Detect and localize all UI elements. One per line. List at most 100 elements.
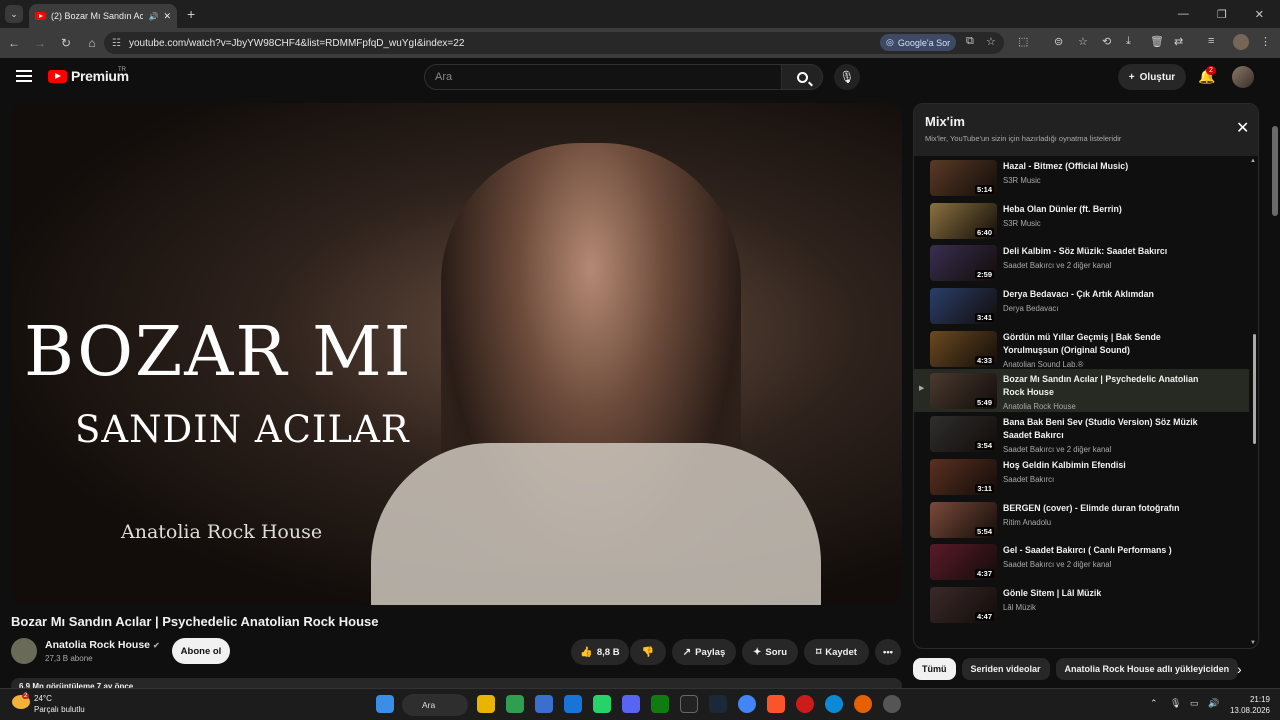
settings-icon[interactable] xyxy=(883,695,901,713)
channel-avatar[interactable] xyxy=(11,638,37,664)
mix-item-title[interactable]: Hazal - Bitmez (Official Music) xyxy=(1003,160,1208,173)
channel-name[interactable]: Anatolia Rock House ✔ xyxy=(45,639,160,651)
system-clock[interactable]: 21:19 13.08.2026 xyxy=(1228,694,1270,716)
mix-item-thumbnail[interactable]: 4:47 xyxy=(930,586,997,623)
outlook-icon[interactable] xyxy=(564,695,582,713)
more-actions-button[interactable]: ••• xyxy=(875,639,901,665)
share-button[interactable]: ↗ Paylaş xyxy=(672,639,736,665)
audio-playing-icon[interactable]: 🔊 xyxy=(148,12,158,21)
search-input[interactable]: Ara xyxy=(424,64,782,90)
ask-button[interactable]: ✦ Soru xyxy=(742,639,798,665)
filter-chip[interactable]: Tümü xyxy=(913,658,956,680)
mix-item-title[interactable]: Gel - Saadet Bakırcı ( Canlı Performans … xyxy=(1003,544,1208,557)
mix-item[interactable]: 4:37 Gel - Saadet Bakırcı ( Canlı Perform… xyxy=(914,540,1249,583)
filter-chip[interactable]: Seriden videolar xyxy=(961,658,1050,680)
terminal-icon[interactable] xyxy=(506,695,524,713)
chrome-icon[interactable] xyxy=(738,695,756,713)
reload-icon[interactable]: ↻ xyxy=(54,36,78,50)
mix-item[interactable]: 4:33 Gördün mü Yıllar Geçmiş | Bak Sende … xyxy=(914,327,1249,370)
tray-display-icon[interactable]: ▭ xyxy=(1190,698,1199,709)
mix-item[interactable]: 5:14 Hazal - Bitmez (Official Music) S3R M… xyxy=(914,156,1249,199)
new-tab-button[interactable]: + xyxy=(187,6,195,22)
weather-widget[interactable]: 24°C Parçalı bulutlu xyxy=(34,693,85,715)
minimize-icon[interactable]: — xyxy=(1178,8,1189,21)
mix-item-thumbnail[interactable]: 4:37 xyxy=(930,544,997,581)
taskbar-search[interactable]: Ara xyxy=(402,694,468,716)
mix-item[interactable]: 6:40 Heba Olan Dünler (ft. Berrin) S3R Mus… xyxy=(914,199,1249,242)
subscribe-button[interactable]: Abone ol xyxy=(172,638,230,664)
create-button[interactable]: + Oluştur xyxy=(1118,64,1186,90)
mix-item[interactable]: 3:41 Derya Bedavacı - Çık Artık Aklımdan D… xyxy=(914,284,1249,327)
trash-icon[interactable]: 🗑 xyxy=(1150,35,1164,48)
mix-item-thumbnail[interactable]: 5:54 xyxy=(930,501,997,538)
scroll-up-icon[interactable]: ▲ xyxy=(1250,158,1256,164)
like-button[interactable]: 👍 8,8 B xyxy=(571,639,629,665)
download-icon[interactable]: ⤓ xyxy=(1126,35,1131,48)
mix-item[interactable]: ▶ 5:49 Bozar Mı Sandın Acılar | Psychedeli… xyxy=(914,369,1249,413)
xbox-icon[interactable] xyxy=(651,695,669,713)
mix-item-title[interactable]: Derya Bedavacı - Çık Artık Aklımdan xyxy=(1003,288,1208,301)
windows-start-icon[interactable] xyxy=(376,695,394,713)
tab-search-chevron-icon[interactable]: ⌄ xyxy=(5,5,23,23)
discord-icon[interactable] xyxy=(622,695,640,713)
favorites-icon[interactable]: ☆ xyxy=(1078,35,1088,48)
user-avatar[interactable] xyxy=(1232,66,1254,88)
chevron-right-icon[interactable]: › xyxy=(1237,661,1242,677)
dislike-button[interactable]: 👎 xyxy=(630,639,666,665)
restore-icon[interactable]: ❐ xyxy=(1217,8,1227,21)
page-scrollbar[interactable] xyxy=(1272,126,1278,216)
filter-chip[interactable]: Anatolia Rock House adlı yükleyiciden xyxy=(1055,658,1239,680)
mix-item-thumbnail[interactable]: 6:40 xyxy=(930,202,997,239)
mix-item-title[interactable]: Deli Kalbim - Söz Müzik: Saadet Bakırcı xyxy=(1003,245,1208,258)
mix-item-title[interactable]: Gönle Sitem | Lâl Müzik xyxy=(1003,587,1208,600)
search-button[interactable] xyxy=(781,64,823,90)
bookmark-star-icon[interactable]: ☆ xyxy=(986,35,996,48)
mix-item-thumbnail[interactable]: 3:41 xyxy=(930,288,997,325)
voice-search-button[interactable]: 🎙 xyxy=(834,64,860,90)
mix-item[interactable]: 3:11 Hoş Geldin Kalbimin Efendisi Saadet B… xyxy=(914,455,1249,498)
mix-item-title[interactable]: Gördün mü Yıllar Geçmiş | Bak Sende Yoru… xyxy=(1003,331,1208,357)
mix-item-thumbnail[interactable]: 3:11 xyxy=(930,458,997,495)
mix-item[interactable]: 3:54 Bana Bak Beni Sev (Studio Version) S… xyxy=(914,412,1249,455)
extensions-icon[interactable]: ⬚ xyxy=(1018,35,1028,48)
reading-list-icon[interactable]: ≡ xyxy=(1208,35,1214,47)
google-ask-button[interactable]: ◎ Google'a Sor xyxy=(880,34,957,51)
hamburger-menu-icon[interactable] xyxy=(16,70,32,82)
profile-avatar[interactable] xyxy=(1233,34,1249,50)
steam-icon[interactable] xyxy=(709,695,727,713)
brave-icon[interactable] xyxy=(767,695,785,713)
tray-speaker-icon[interactable]: 🔊 xyxy=(1208,698,1219,709)
vpn-icon[interactable]: ⊜ xyxy=(1054,35,1063,48)
mix-item-title[interactable]: Bozar Mı Sandın Acılar | Psychedelic Ana… xyxy=(1003,373,1208,399)
opera-icon[interactable] xyxy=(796,695,814,713)
mix-item[interactable]: 2:59 Deli Kalbim - Söz Müzik: Saadet Bakı… xyxy=(914,241,1249,284)
mix-item-thumbnail[interactable]: 4:33 xyxy=(930,330,997,367)
save-button[interactable]: ⌑ Kaydet xyxy=(804,639,869,665)
close-window-icon[interactable]: ✕ xyxy=(1255,8,1264,21)
file-explorer-icon[interactable] xyxy=(477,695,495,713)
mix-item[interactable]: 5:54 BERGEN (cover) - Elimde duran fotoğr… xyxy=(914,498,1249,541)
back-icon[interactable]: ← xyxy=(2,36,26,50)
mix-item-title[interactable]: Bana Bak Beni Sev (Studio Version) Söz M… xyxy=(1003,416,1208,442)
youtube-logo[interactable]: Premium TR xyxy=(48,67,129,84)
mix-item-thumbnail[interactable]: 5:14 xyxy=(930,160,997,196)
close-icon[interactable]: ✕ xyxy=(1236,118,1249,138)
mix-item-title[interactable]: Hoş Geldin Kalbimin Efendisi xyxy=(1003,459,1208,472)
tray-chevron-icon[interactable]: ⌃ xyxy=(1150,698,1158,709)
scroll-down-icon[interactable]: ▼ xyxy=(1250,640,1256,646)
tray-mic-icon[interactable]: 🎙 xyxy=(1170,698,1181,709)
history-icon[interactable]: ⟲ xyxy=(1102,35,1111,48)
address-bar[interactable]: ☷ youtube.com/watch?v=JbyYW98CHF4&list=R… xyxy=(104,32,1004,54)
site-info-icon[interactable]: ☷ xyxy=(112,38,121,49)
epic-games-icon[interactable] xyxy=(680,695,698,713)
mix-item-title[interactable]: BERGEN (cover) - Elimde duran fotoğrafın xyxy=(1003,502,1208,515)
home-icon[interactable]: ⌂ xyxy=(80,36,104,50)
mix-item-title[interactable]: Heba Olan Dünler (ft. Berrin) xyxy=(1003,203,1208,216)
mix-scrollbar[interactable] xyxy=(1253,334,1256,444)
edge-icon[interactable] xyxy=(825,695,843,713)
whatsapp-icon[interactable] xyxy=(593,695,611,713)
mix-item-thumbnail[interactable]: 5:49 xyxy=(930,373,997,410)
store-icon[interactable] xyxy=(535,695,553,713)
video-player[interactable]: BOZAR MI SANDIN ACILAR Anatolia Rock Hou… xyxy=(11,103,902,605)
mix-item-thumbnail[interactable]: 3:54 xyxy=(930,416,997,453)
